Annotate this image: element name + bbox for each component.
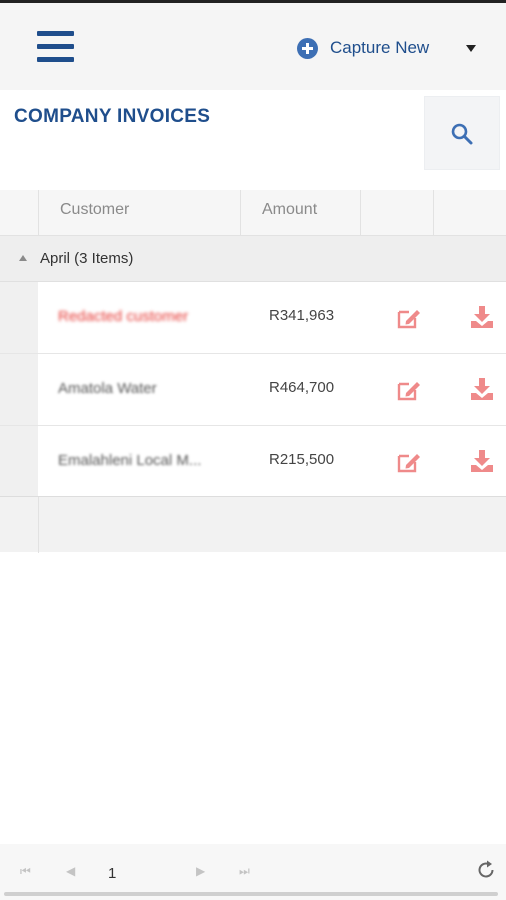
plus-circle-icon	[297, 37, 318, 59]
row-indent	[0, 282, 38, 353]
last-page-icon[interactable]: ⏭	[239, 864, 250, 879]
table-row[interactable]: Amatola Water R464,700	[0, 354, 506, 426]
download-icon[interactable]	[470, 377, 494, 401]
page-title: COMPANY INVOICES	[14, 106, 211, 127]
group-label: April (3 Items)	[40, 250, 134, 267]
row-indent	[0, 426, 38, 497]
column-header-edit	[360, 190, 433, 236]
edit-icon[interactable]	[396, 450, 422, 474]
horizontal-scrollbar[interactable]	[4, 892, 498, 896]
refresh-icon[interactable]	[476, 860, 496, 880]
current-page-number[interactable]: 1	[108, 865, 116, 882]
grid-header: Customer Amount	[0, 190, 506, 236]
row-indent	[0, 354, 38, 425]
first-page-icon[interactable]: ⏮	[20, 864, 31, 879]
amount-cell: R215,500	[269, 451, 335, 468]
group-row-april[interactable]: April (3 Items)	[0, 236, 506, 282]
hamburger-icon[interactable]	[37, 31, 74, 62]
search-button[interactable]	[424, 96, 500, 170]
download-icon[interactable]	[470, 305, 494, 329]
amount-cell: R464,700	[269, 379, 335, 396]
caret-down-icon[interactable]	[466, 45, 476, 52]
title-row: COMPANY INVOICES	[0, 90, 506, 190]
column-header-download	[433, 190, 506, 236]
customer-cell: Emalahleni Local M...	[58, 452, 202, 469]
customer-cell: Redacted customer	[58, 308, 189, 325]
edit-icon[interactable]	[396, 378, 422, 402]
capture-new-label: Capture New	[330, 38, 430, 57]
column-divider	[38, 497, 39, 553]
column-header-amount[interactable]: Amount	[240, 190, 360, 236]
next-page-icon[interactable]: ▶	[196, 864, 205, 878]
download-icon[interactable]	[470, 449, 494, 473]
column-header-customer[interactable]: Customer	[38, 190, 240, 236]
edit-icon[interactable]	[396, 306, 422, 330]
table-row[interactable]: Emalahleni Local M... R215,500	[0, 426, 506, 498]
collapse-triangle-icon[interactable]	[19, 255, 27, 261]
customer-cell: Amatola Water	[58, 380, 157, 397]
header-indent-cell	[0, 190, 38, 236]
group-footer-row	[0, 496, 506, 553]
prev-page-icon[interactable]: ◀	[66, 864, 75, 878]
capture-new-button[interactable]: Capture New	[297, 37, 429, 59]
amount-cell: R341,963	[269, 307, 335, 324]
top-bar: Capture New	[0, 0, 506, 90]
pager-bar: ⏮ ◀ 1 ▶ ⏭	[0, 844, 506, 900]
table-row[interactable]: Redacted customer R341,963	[0, 282, 506, 354]
search-icon	[451, 123, 473, 145]
